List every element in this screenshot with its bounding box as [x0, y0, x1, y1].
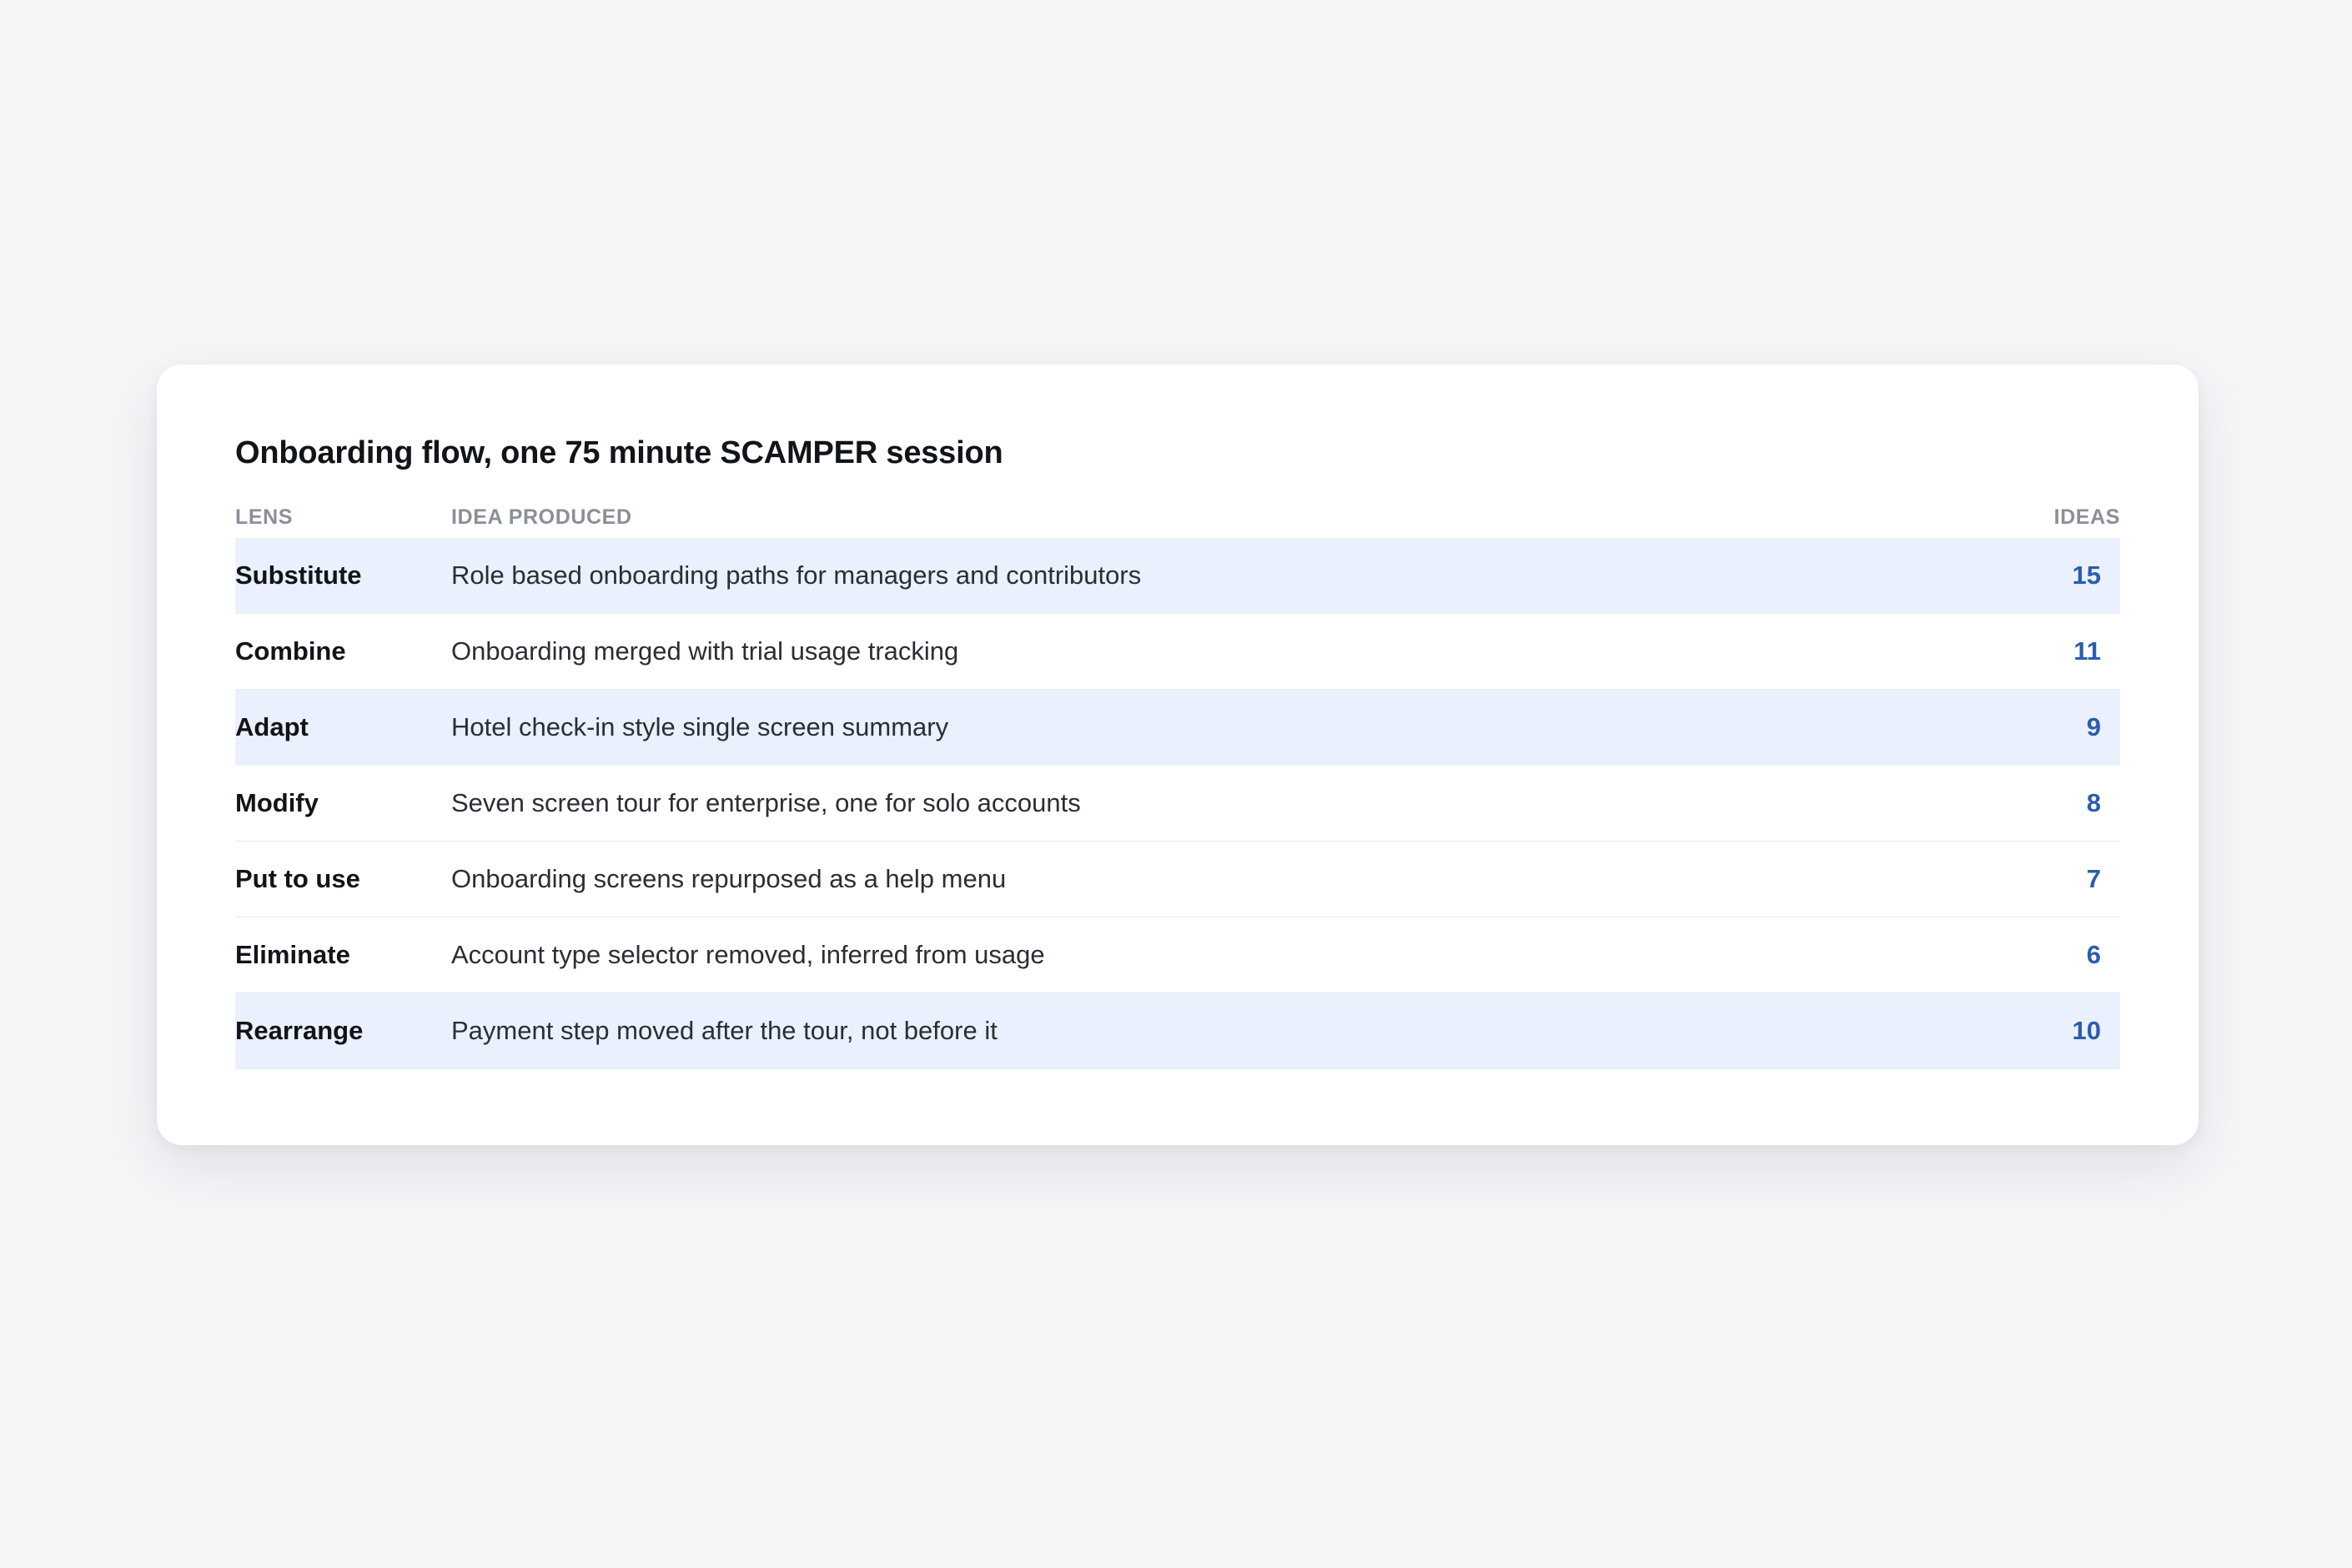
table-header: LENS IDEA PRODUCED IDEAS: [235, 496, 2120, 538]
table-row: Substitute Role based onboarding paths f…: [235, 538, 2120, 614]
idea-count: 9: [2086, 712, 2101, 741]
idea-text: Hotel check-in style single screen summa…: [451, 712, 949, 741]
lens-label: Combine: [235, 636, 346, 666]
idea-text: Onboarding merged with trial usage track…: [451, 636, 959, 666]
lens-label: Put to use: [235, 864, 360, 893]
header-idea-produced: IDEA PRODUCED: [451, 505, 632, 529]
table-row: Put to use Onboarding screens repurposed…: [235, 842, 2120, 917]
idea-text: Account type selector removed, inferred …: [451, 940, 1045, 969]
scamper-table: LENS IDEA PRODUCED IDEAS Substitute Role…: [235, 496, 2120, 1069]
idea-text: Onboarding screens repurposed as a help …: [451, 864, 1007, 893]
lens-label: Substitute: [235, 560, 362, 590]
table-row: Combine Onboarding merged with trial usa…: [235, 614, 2120, 690]
scamper-summary-card: Onboarding flow, one 75 minute SCAMPER s…: [157, 364, 2199, 1145]
idea-count: 6: [2086, 940, 2101, 969]
idea-count: 8: [2086, 788, 2101, 817]
header-ideas: IDEAS: [2053, 505, 2120, 529]
idea-text: Payment step moved after the tour, not b…: [451, 1016, 998, 1045]
idea-text: Role based onboarding paths for managers…: [451, 560, 1142, 590]
lens-label: Modify: [235, 788, 319, 817]
lens-label: Eliminate: [235, 940, 350, 969]
table-row: Rearrange Payment step moved after the t…: [235, 993, 2120, 1069]
table-row: Modify Seven screen tour for enterprise,…: [235, 766, 2120, 842]
idea-text: Seven screen tour for enterprise, one fo…: [451, 788, 1081, 817]
card-title: Onboarding flow, one 75 minute SCAMPER s…: [235, 435, 1003, 470]
idea-count: 10: [2072, 1016, 2101, 1045]
table-row: Eliminate Account type selector removed,…: [235, 917, 2120, 993]
lens-label: Adapt: [235, 712, 309, 741]
idea-count: 7: [2086, 864, 2101, 893]
idea-count: 15: [2072, 560, 2101, 590]
idea-count: 11: [2073, 636, 2101, 666]
header-lens: LENS: [235, 505, 294, 529]
lens-label: Rearrange: [235, 1016, 364, 1045]
table-row: Adapt Hotel check-in style single screen…: [235, 690, 2120, 766]
